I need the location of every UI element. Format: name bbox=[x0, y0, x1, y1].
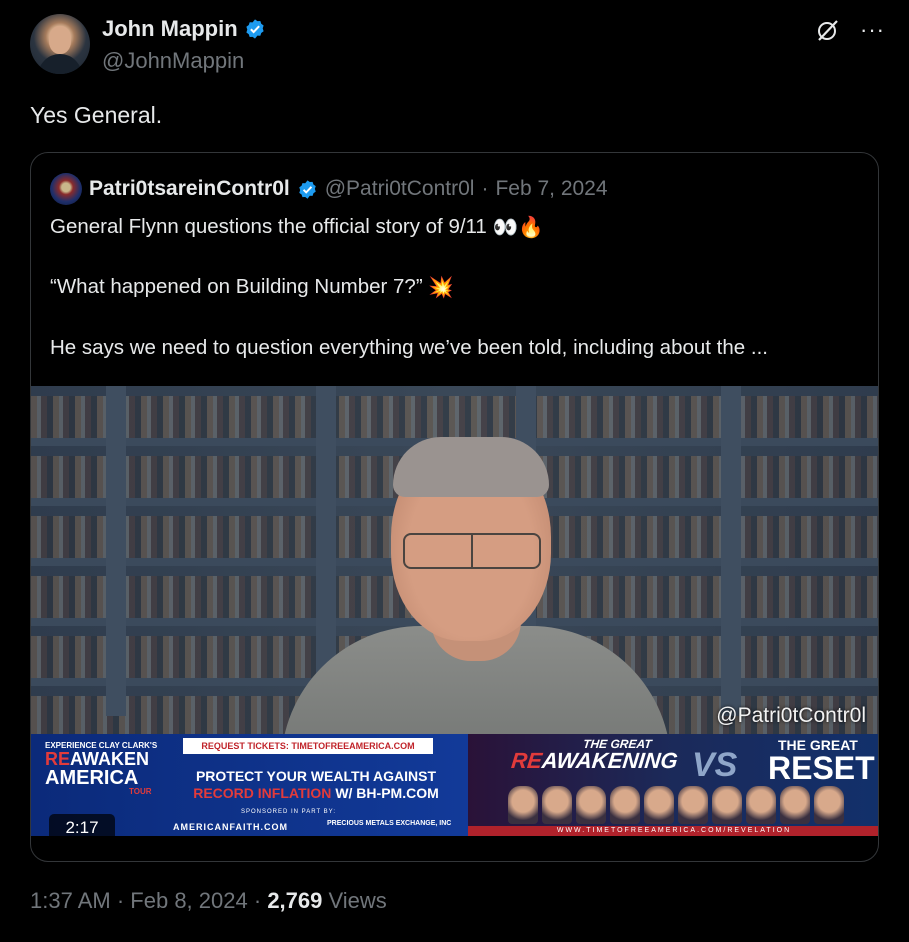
video-speaker bbox=[281, 437, 671, 796]
video-watermark: @Patri0tContr0l bbox=[716, 704, 866, 727]
more-options-icon[interactable]: ··· bbox=[860, 19, 885, 41]
quoted-handle: @Patri0tContr0l bbox=[324, 177, 475, 200]
quoted-text-2: “What happened on Building Number 7?” bbox=[50, 275, 423, 298]
great-awakening-title: THE GREAT REAWAKENING bbox=[510, 737, 679, 773]
quoted-avatar bbox=[50, 173, 82, 205]
speaker-faces bbox=[508, 786, 844, 824]
reawaken-america-logo: EXPERIENCE CLAY CLARK'S REAWAKEN AMERICA… bbox=[45, 741, 158, 796]
banner-url: WWW.TIMETOFREEAMERICA.COM/REVELATION bbox=[468, 826, 878, 836]
verified-badge-icon bbox=[299, 179, 316, 199]
quoted-name: Patri0tsareinContr0l bbox=[89, 177, 290, 200]
footer-separator: · bbox=[116, 888, 125, 913]
banner-headline: PROTECT YOUR WEALTH AGAINST RECORD INFLA… bbox=[193, 768, 439, 801]
video-player[interactable]: @Patri0tContr0l EXPERIENCE CLAY CLARK'S … bbox=[31, 386, 878, 836]
versus-label: VS bbox=[692, 746, 738, 784]
great-reset-title: THE GREAT RESET bbox=[768, 737, 875, 786]
quoted-text-line-2: “What happened on Building Number 7?” 💥 bbox=[50, 275, 454, 300]
eyes-fire-emoji: 👀🔥 bbox=[492, 215, 544, 239]
quoted-date: Feb 7, 2024 bbox=[495, 177, 608, 200]
views-label: Views bbox=[328, 888, 387, 913]
quoted-text-1: General Flynn questions the official sto… bbox=[50, 215, 487, 238]
tweet-text: Yes General. bbox=[30, 102, 163, 128]
banner-tickets: REQUEST TICKETS: TIMETOFREEAMERICA.COM bbox=[183, 738, 433, 754]
author-name-row: John Mappin bbox=[102, 16, 266, 42]
grok-icon[interactable] bbox=[816, 18, 840, 42]
banner-americanfaith: AMERICANFAITH.COM bbox=[173, 822, 288, 832]
quoted-text-3: He says we need to question everything w… bbox=[50, 336, 768, 359]
author-handle[interactable]: @JohnMappin bbox=[102, 48, 244, 74]
post-time[interactable]: 1:37 AM bbox=[30, 888, 111, 913]
shelf-pillar bbox=[106, 386, 126, 716]
quoted-tweet-header: Patri0tsareinContr0l @Patri0tContr0l · F… bbox=[50, 173, 608, 205]
video-duration-badge: 2:17 bbox=[49, 814, 115, 836]
footer-separator: · bbox=[253, 888, 262, 913]
quoted-text-line-1: General Flynn questions the official sto… bbox=[50, 215, 544, 240]
video-banner: EXPERIENCE CLAY CLARK'S REAWAKEN AMERICA… bbox=[31, 734, 878, 836]
shelf-pillar bbox=[721, 386, 741, 716]
quoted-separator: · bbox=[481, 177, 489, 200]
author-avatar[interactable] bbox=[30, 14, 90, 74]
banner-sponsored: SPONSORED IN PART BY: bbox=[241, 809, 337, 815]
post-date[interactable]: Feb 8, 2024 bbox=[130, 888, 247, 913]
collision-emoji: 💥 bbox=[428, 275, 454, 299]
author-name[interactable]: John Mappin bbox=[102, 16, 238, 42]
quoted-tweet[interactable]: Patri0tsareinContr0l @Patri0tContr0l · F… bbox=[30, 152, 879, 862]
views-count: 2,769 bbox=[267, 888, 323, 913]
verified-badge-icon bbox=[246, 19, 264, 39]
tweet-header: John Mappin @JohnMappin ··· bbox=[30, 14, 885, 78]
banner-right: THE GREAT REAWAKENING VS THE GREAT RESET… bbox=[468, 734, 878, 836]
tweet-footer: 1:37 AM · Feb 8, 2024 · 2,769 Views bbox=[30, 888, 387, 914]
banner-pmx: PRECIOUS METALS EXCHANGE, INC bbox=[327, 820, 452, 827]
header-actions: ··· bbox=[816, 18, 885, 42]
